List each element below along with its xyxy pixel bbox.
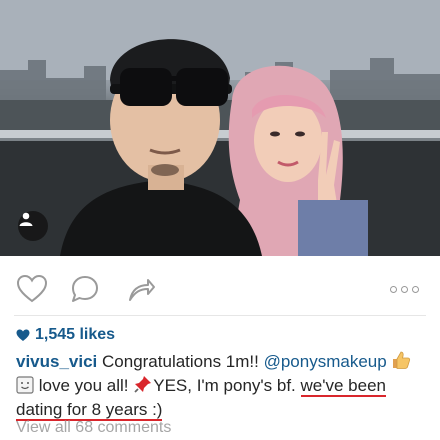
action-bar [0,260,440,316]
more-options-button[interactable] [382,272,426,306]
comment-button[interactable] [68,272,102,306]
share-button[interactable] [124,272,158,306]
smiley-box-emoji-icon [16,376,34,394]
caption-highlight-1: we've been [300,376,386,397]
speech-bubble-icon [72,276,98,302]
pushpin-emoji-icon [134,376,152,393]
user-tag-button[interactable] [18,211,48,241]
caption-username[interactable]: vivus_vici [16,352,97,371]
likes-count[interactable]: 1,545 likes [16,326,115,344]
heart-filled-icon [16,329,30,341]
more-dots-icon [388,285,421,293]
thumbs-up-emoji-icon [393,351,411,369]
likes-text: 1,545 likes [35,326,116,343]
view-all-comments-link[interactable]: View all 68 comments [16,419,171,437]
divider [14,315,426,316]
post-caption: vivus_vici Congratulations 1m!! @ponysma… [16,350,436,422]
caption-text-1: Congratulations 1m!! [97,352,264,371]
person-icon [19,212,33,226]
post-photo[interactable] [0,0,440,256]
caption-text-3: YES, I'm pony's bf. [153,376,301,395]
like-button[interactable] [15,272,49,306]
caption-text-2: love you all! [34,376,134,395]
photo-illustration [0,0,440,256]
share-arrow-icon [129,279,155,301]
caption-mention[interactable]: @ponysmakeup [264,352,387,371]
caption-highlight-2: dating for 8 years :) [16,400,163,421]
heart-outline-icon [16,274,48,303]
